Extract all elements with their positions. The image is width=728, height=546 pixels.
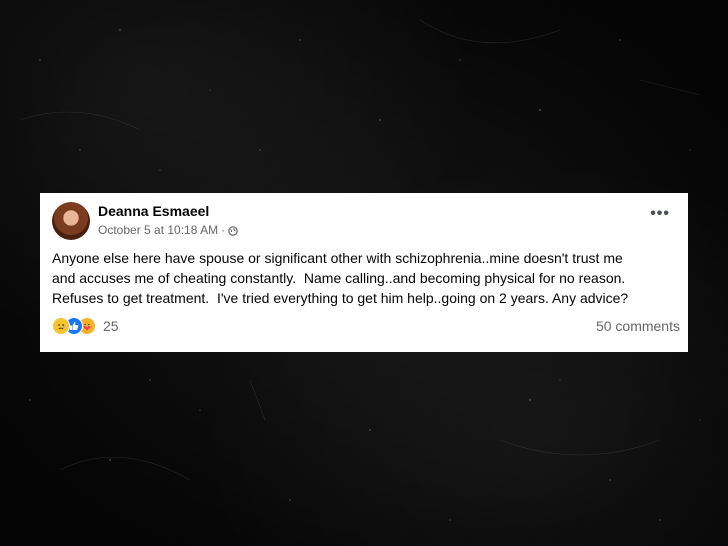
sad-reaction-icon — [52, 317, 70, 335]
more-options-icon[interactable]: ••• — [650, 206, 670, 222]
post-author-name[interactable]: Deanna Esmaeel — [98, 203, 209, 219]
post-text: Anyone else here have spouse or signific… — [52, 250, 629, 306]
post-timestamp[interactable]: October 5 at 10:18 AM — [98, 223, 218, 237]
meta-separator: · — [221, 223, 226, 237]
reactions-summary[interactable]: 25 — [52, 317, 119, 335]
facebook-post-card: Deanna Esmaeel October 5 at 10:18 AM · •… — [40, 193, 688, 352]
comments-count-link[interactable]: 50 comments — [596, 318, 680, 334]
reaction-count: 25 — [103, 318, 119, 334]
avatar[interactable] — [52, 202, 90, 240]
post-meta: October 5 at 10:18 AM · — [98, 223, 238, 237]
globe-icon — [228, 225, 238, 236]
